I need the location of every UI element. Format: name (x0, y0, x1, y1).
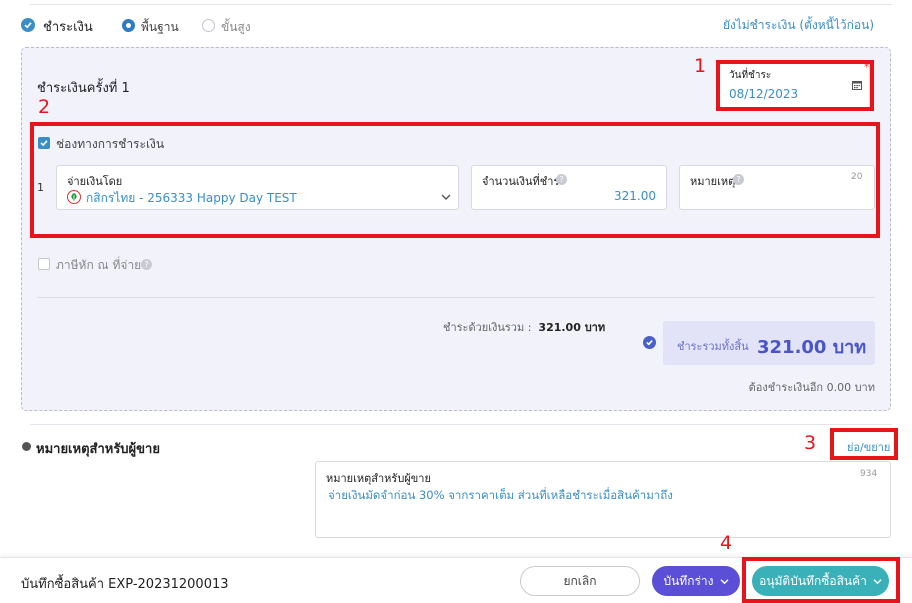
section-divider (30, 424, 892, 425)
payment-enabled-check-icon[interactable] (21, 18, 35, 32)
annotation-number-2: 2 (38, 96, 51, 118)
cancel-button-label: ยกเลิก (563, 573, 597, 588)
annotation-box-3 (830, 428, 898, 460)
cancel-button[interactable]: ยกเลิก (520, 566, 640, 596)
withholding-tax-checkbox[interactable] (38, 258, 50, 270)
seller-notes-label: หมายเหตุสำหรับผู้ขาย (326, 472, 431, 485)
annotation-number-4: 4 (720, 532, 733, 554)
mode-advanced-radio[interactable] (202, 19, 215, 32)
unpaid-defer-link[interactable]: ยังไม่ชำระเงิน (ตั้งหนี้ไว้ก่อน) (723, 16, 874, 35)
mode-advanced-label[interactable]: ขั้นสูง (221, 18, 251, 37)
mode-basic-radio[interactable] (122, 19, 135, 32)
panel-divider (37, 297, 875, 298)
grand-total-value: 321.00 บาท (757, 337, 867, 358)
installment-title: ชำระเงินครั้งที่ 1 (37, 81, 130, 96)
annotation-box-2 (30, 122, 880, 238)
seller-notes-char-count: 934 (860, 469, 878, 479)
bullet-icon (22, 442, 31, 451)
annotation-number-3: 3 (804, 432, 817, 454)
total-verified-check-icon (643, 336, 656, 349)
withholding-tax-label: ภาษีหัก ณ ที่จ่าย (56, 258, 142, 272)
chevron-down-icon (720, 578, 729, 584)
annotation-number-1: 1 (694, 55, 707, 77)
annotation-box-1 (716, 60, 874, 111)
seller-notes-heading: หมายเหตุสำหรับผู้ขาย (36, 442, 160, 457)
cash-total-value: 321.00 บาท (538, 321, 606, 334)
payment-section-title: ชำระเงิน (43, 20, 93, 35)
save-draft-label: บันทึกร่าง (663, 573, 714, 588)
annotation-box-4 (742, 557, 900, 603)
save-draft-button[interactable]: บันทึกร่าง (652, 566, 740, 596)
top-divider (30, 4, 892, 5)
cash-total: ชำระด้วยเงินรวม : 321.00 บาท (443, 318, 605, 336)
seller-notes-value[interactable]: จ่ายเงินมัดจำก่อน 30% จากราคาเต็ม ส่วนที… (328, 487, 673, 505)
remaining-amount: ต้องชำระเงินอีก 0.00 บาท (748, 381, 875, 394)
mode-basic-label[interactable]: พื้นฐาน (141, 18, 179, 37)
cash-total-label: ชำระด้วยเงินรวม : (443, 321, 532, 334)
help-icon[interactable]: ? (141, 259, 152, 270)
grand-total-label: ชำระรวมทั้งสิ้น (677, 340, 749, 353)
document-title: บันทึกซื้อสินค้า EXP-20231200013 (21, 577, 229, 592)
